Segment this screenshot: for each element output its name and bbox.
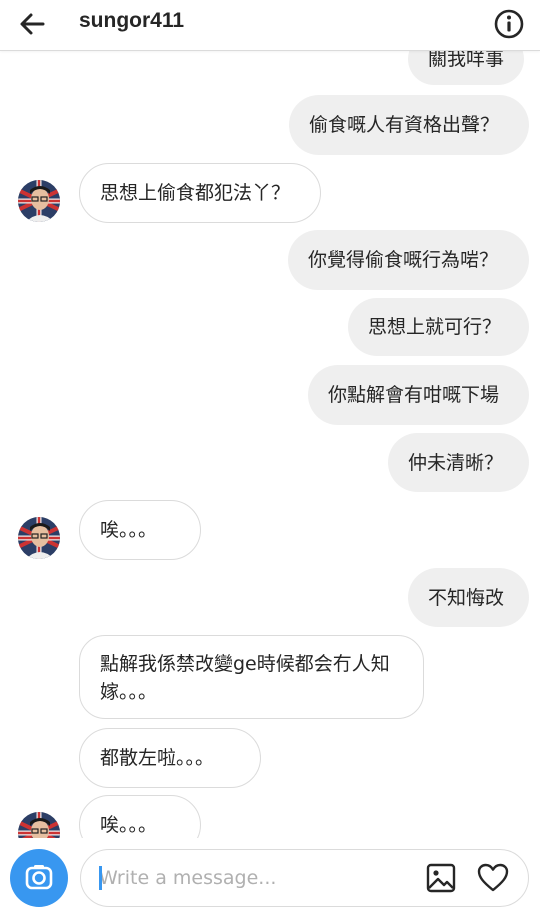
camera-button[interactable]: [10, 849, 68, 907]
message-bubble-outgoing[interactable]: 關我咩事: [408, 51, 525, 85]
chat-header: sungor411: [0, 0, 540, 51]
message-bubble-outgoing[interactable]: 偷食嘅人有資格出聲？: [289, 95, 529, 155]
avatar[interactable]: [18, 180, 60, 222]
message-text: 都散左啦。。。: [100, 747, 215, 769]
message-text: 你點解會有咁嘅下場: [328, 384, 500, 406]
message-text: 點解我係禁改變ge時候都会冇人知嫁。。。: [100, 653, 390, 703]
message-bubble-outgoing[interactable]: 你覺得偷食嘅行為啱？: [288, 230, 529, 290]
message-text: 思想上就可行？: [368, 316, 502, 338]
message-bubble-outgoing[interactable]: 仲未清晰？: [388, 433, 529, 492]
message-text: 不知悔改: [428, 586, 505, 609]
message-thread[interactable]: 關我咩事 偷食嘅人有資格出聲？ 思想上偷食都犯法丫？ 你覺得偷食嘅行為啱？ 思想…: [0, 51, 540, 838]
avatar[interactable]: [18, 812, 60, 838]
message-text: 關我咩事: [428, 51, 505, 70]
avatar-photo: [18, 812, 60, 838]
message-bubble-incoming[interactable]: 思想上偷食都犯法丫？: [79, 163, 321, 223]
message-bubble-incoming[interactable]: 都散左啦。。。: [79, 728, 261, 788]
text-cursor: [99, 866, 102, 890]
message-bubble-incoming[interactable]: 點解我係禁改變ge時候都会冇人知嫁。。。: [79, 635, 424, 719]
chat-title[interactable]: sungor411: [79, 9, 184, 33]
message-text: 偷食嘅人有資格出聲？: [309, 114, 500, 136]
message-bubble-outgoing[interactable]: 你點解會有咁嘅下場: [308, 365, 529, 425]
message-composer: [0, 838, 540, 919]
avatar[interactable]: [18, 517, 60, 559]
message-text: 唉。。。: [100, 814, 158, 836]
camera-icon: [25, 865, 53, 890]
message-text: 思想上偷食都犯法丫？: [100, 182, 291, 204]
avatar-photo: [18, 517, 60, 559]
heart-icon[interactable]: [476, 861, 510, 895]
avatar-photo: [18, 180, 60, 222]
message-text: 唉。。。: [100, 519, 158, 541]
arrow-left-icon[interactable]: [16, 8, 48, 40]
message-bubble-outgoing[interactable]: 思想上就可行？: [348, 298, 529, 356]
gallery-icon[interactable]: [425, 862, 457, 894]
info-icon[interactable]: [493, 8, 525, 40]
message-text: 你覺得偷食嘅行為啱？: [308, 249, 499, 271]
message-text: 仲未清晰？: [408, 451, 504, 474]
message-bubble-outgoing[interactable]: 不知悔改: [408, 568, 529, 627]
message-bubble-incoming[interactable]: 唉。。。: [79, 500, 201, 560]
message-input[interactable]: [99, 864, 409, 892]
message-input-box[interactable]: [80, 849, 529, 907]
message-bubble-incoming[interactable]: 唉。。。: [79, 795, 201, 838]
